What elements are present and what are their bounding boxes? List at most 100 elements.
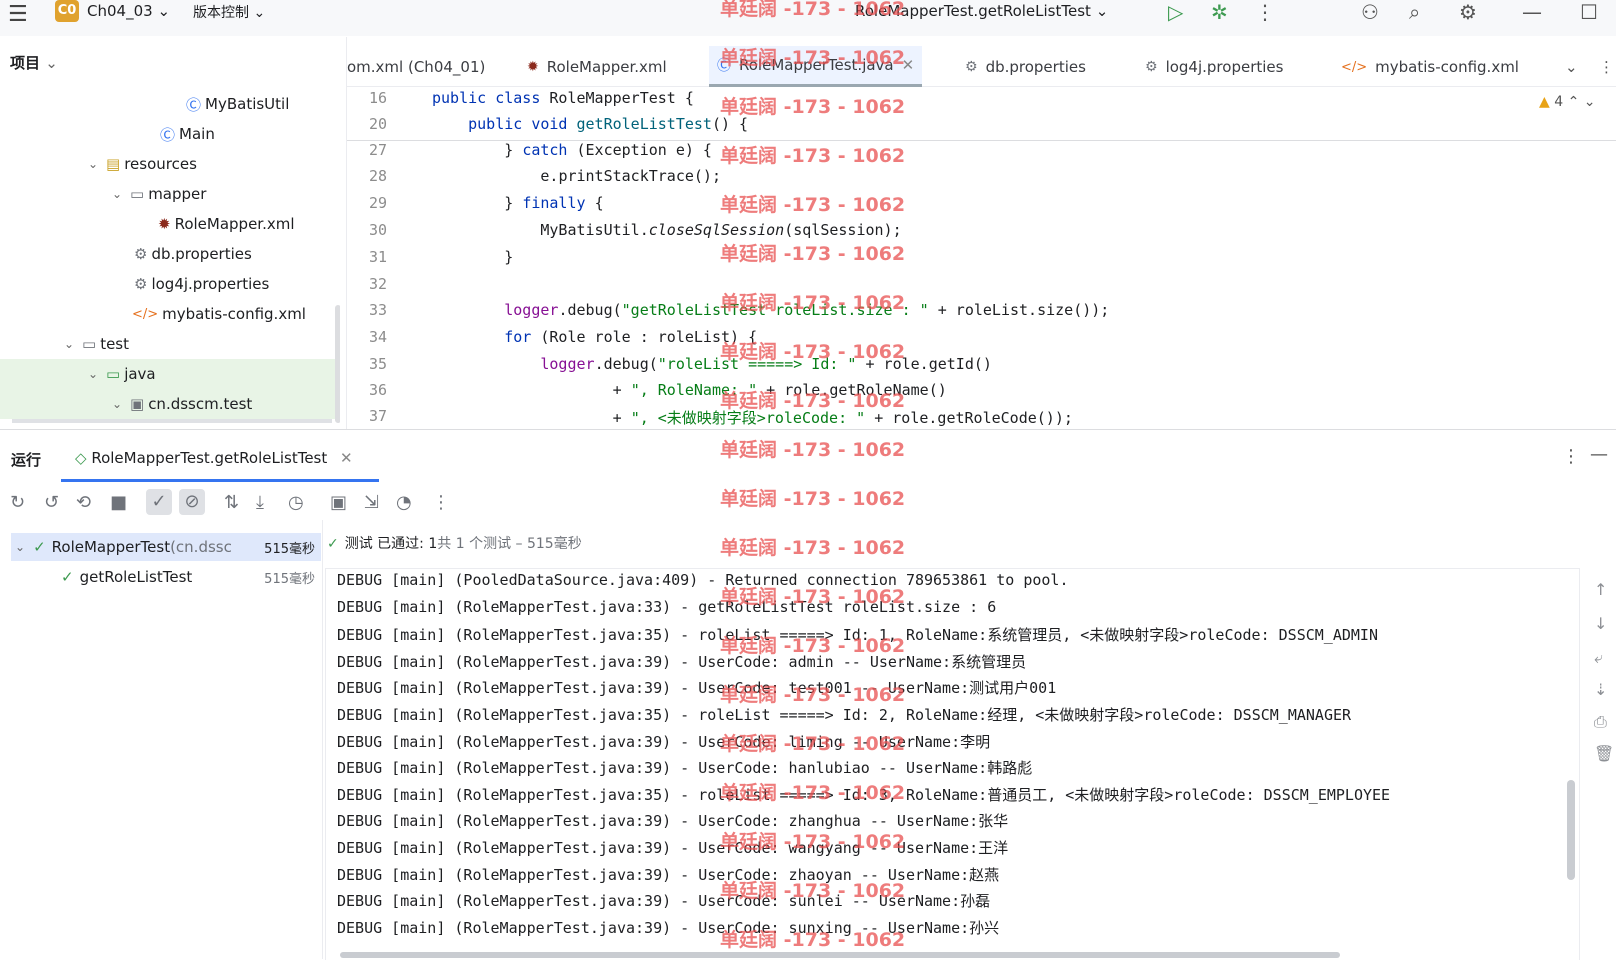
trash-icon[interactable]: 🗑 <box>1594 744 1614 763</box>
show-ignored-icon[interactable]: ⊘ <box>179 489 205 515</box>
code-line[interactable]: 31 } <box>347 248 1616 275</box>
tree-item[interactable]: ⌄ ▣ cn.dsscm.test <box>0 389 340 419</box>
tree-item[interactable]: Ⓒ Main <box>0 119 340 149</box>
minimize-icon[interactable]: — <box>1522 0 1542 24</box>
import-icon[interactable]: ⇲ <box>364 492 379 513</box>
main-menu-icon[interactable]: ☰ <box>8 2 28 27</box>
code-line[interactable]: 30 MyBatisUtil.closeSqlSession(sqlSessio… <box>347 221 1616 248</box>
console-scrollbar[interactable] <box>1567 780 1575 880</box>
tab-label: RoleMapper.xml <box>546 58 667 76</box>
line-number[interactable]: 35 <box>347 355 387 373</box>
test-suite-row[interactable]: ⌄ ✓ RoleMapperTest (cn.dssc 515毫秒 <box>11 533 321 561</box>
chevron-down-icon[interactable]: ⌄ <box>1584 94 1596 110</box>
arrow-down-icon[interactable]: ↓ <box>1594 614 1607 633</box>
stop-icon[interactable]: ■ <box>110 492 127 513</box>
tree-item[interactable]: ⌄ ▤ resources <box>0 149 340 179</box>
code-line[interactable]: 33 logger.debug("getRoleListTest roleLis… <box>347 301 1616 328</box>
line-number[interactable]: 20 <box>347 115 387 133</box>
project-tree-scrollbar[interactable] <box>335 305 340 423</box>
line-number[interactable]: 16 <box>347 89 387 107</box>
line-number[interactable]: 37 <box>347 407 387 425</box>
warnings-indicator[interactable]: ▲ 4 ⌃ ⌄ <box>1539 94 1596 110</box>
tree-item[interactable]: ⚙ log4j.properties <box>0 269 340 299</box>
toggle-auto-test-icon[interactable]: ⟲ <box>76 492 91 513</box>
watermark-text: 单廷阔 -173 - 1062 <box>720 341 906 363</box>
project-switcher[interactable]: Ch04_03 ⌄ <box>87 2 170 20</box>
code-line[interactable]: 16 public class RoleMapperTest { <box>347 89 1616 116</box>
line-number[interactable]: 32 <box>347 275 387 293</box>
more-icon[interactable]: ⋮ <box>432 492 450 513</box>
chevron-down-icon[interactable]: ⌄ <box>110 397 124 411</box>
sort-icon[interactable]: ⇅ <box>224 492 239 513</box>
soft-wrap-icon[interactable]: ⤶ <box>1594 648 1603 668</box>
tab-log4j-properties[interactable]: ⚙ log4j.properties <box>1145 52 1283 82</box>
chevron-down-icon[interactable]: ⌄ <box>86 367 100 381</box>
line-number[interactable]: 31 <box>347 248 387 266</box>
code-line[interactable]: 27 } catch (Exception e) { <box>347 141 1616 168</box>
line-number[interactable]: 28 <box>347 167 387 185</box>
print-icon[interactable]: ⎙ <box>1594 712 1607 732</box>
maximize-icon[interactable]: ☐ <box>1580 0 1598 24</box>
camera-icon[interactable]: ▣ <box>330 492 347 513</box>
code-editor[interactable]: 16 public class RoleMapperTest {20 public… <box>347 87 1616 429</box>
tree-item-selected[interactable] <box>12 419 332 423</box>
rerun-failed-icon[interactable]: ↺ <box>44 492 59 513</box>
tree-item[interactable]: ⌄ ▭ java <box>0 359 340 389</box>
more-icon[interactable]: ⋮ <box>1599 52 1614 82</box>
run-icon[interactable]: ▷ <box>1168 0 1183 24</box>
tree-item[interactable]: </> mybatis-config.xml <box>0 299 340 329</box>
chevron-down-icon[interactable]: ⌄ <box>110 187 124 201</box>
run-tab[interactable]: ◇ RoleMapperTest.getRoleListTest ✕ <box>75 449 353 467</box>
rerun-icon[interactable]: ↻ <box>10 492 25 513</box>
tab-rolemapper-xml[interactable]: ✹ RoleMapper.xml <box>527 52 667 82</box>
line-number[interactable]: 29 <box>347 194 387 212</box>
line-number[interactable]: 30 <box>347 221 387 239</box>
tree-item[interactable]: ✹ RoleMapper.xml <box>0 209 340 239</box>
project-panel-header[interactable]: 项目 ⌄ <box>10 52 58 73</box>
close-icon[interactable]: ✕ <box>340 449 353 467</box>
minimize-panel-icon[interactable]: — <box>1590 444 1608 465</box>
line-number[interactable]: 34 <box>347 328 387 346</box>
code-line[interactable]: 32 <box>347 275 1616 302</box>
code-line[interactable]: 36 + ", RoleName: " + role.getRoleName() <box>347 381 1616 408</box>
line-number[interactable]: 36 <box>347 381 387 399</box>
line-number[interactable]: 27 <box>347 141 387 159</box>
tree-item[interactable]: ⚙ db.properties <box>0 239 340 269</box>
chevron-down-icon[interactable]: ⌄ <box>62 337 76 351</box>
tree-item[interactable]: Ⓒ MyBatisUtil <box>0 89 340 119</box>
code-line[interactable]: 28 e.printStackTrace(); <box>347 167 1616 194</box>
show-passed-icon[interactable]: ✓ <box>146 489 172 515</box>
test-panel-divider[interactable] <box>322 520 323 959</box>
code-line[interactable]: 29 } finally { <box>347 194 1616 221</box>
coverage-icon[interactable]: ◔ <box>396 492 412 513</box>
settings-icon[interactable]: ⚙ <box>1459 0 1477 24</box>
tab-mybatis-config-xml[interactable]: </> mybatis-config.xml <box>1341 52 1519 82</box>
debug-icon[interactable]: ✲ <box>1211 0 1228 24</box>
console-horizontal-scrollbar[interactable] <box>340 952 1340 958</box>
more-icon[interactable]: ⋮ <box>1255 0 1275 24</box>
chevron-up-icon[interactable]: ⌃ <box>1568 94 1580 110</box>
tree-item[interactable]: ⌄ ▭ test <box>0 329 340 359</box>
code-line[interactable]: 37 + ", <未做映射字段>roleCode: " + role.getRo… <box>347 407 1616 429</box>
code-line[interactable]: 34 for (Role role : roleList) { <box>347 328 1616 355</box>
code-line[interactable]: 20 public void getRoleListTest() { <box>347 115 1616 142</box>
vcs-menu[interactable]: 版本控制 ⌄ <box>193 2 265 22</box>
search-icon[interactable]: ⌕ <box>1409 0 1420 24</box>
console-output[interactable]: DEBUG [main] (PooledDataSource.java:409)… <box>337 571 1577 959</box>
tab-pom-xml[interactable]: om.xml (Ch04_01) <box>347 52 485 82</box>
code-line[interactable]: 35 logger.debug("roleList =====> Id: " +… <box>347 355 1616 382</box>
add-user-icon[interactable]: ⚇ <box>1361 0 1379 24</box>
tree-item[interactable]: ⌄ ▭ mapper <box>0 179 340 209</box>
collapse-icon[interactable]: ⤓ <box>256 492 264 513</box>
chevron-down-icon[interactable]: ⌄ <box>15 540 25 554</box>
tabs-overflow-icon[interactable]: ⌄ <box>1565 52 1578 82</box>
chevron-down-icon[interactable]: ⌄ <box>86 157 100 171</box>
more-icon[interactable]: ⋮ <box>1562 446 1580 467</box>
scroll-to-end-icon[interactable]: ⇣ <box>1594 680 1607 699</box>
tab-db-properties[interactable]: ⚙ db.properties <box>965 52 1086 82</box>
history-icon[interactable]: ◷ <box>288 492 304 513</box>
line-number[interactable]: 33 <box>347 301 387 319</box>
arrow-up-icon[interactable]: ↑ <box>1594 580 1607 599</box>
watermark-text: 单廷阔 -173 - 1062 <box>720 488 906 510</box>
test-case-row[interactable]: ✓ getRoleListTest 515毫秒 <box>11 563 321 591</box>
